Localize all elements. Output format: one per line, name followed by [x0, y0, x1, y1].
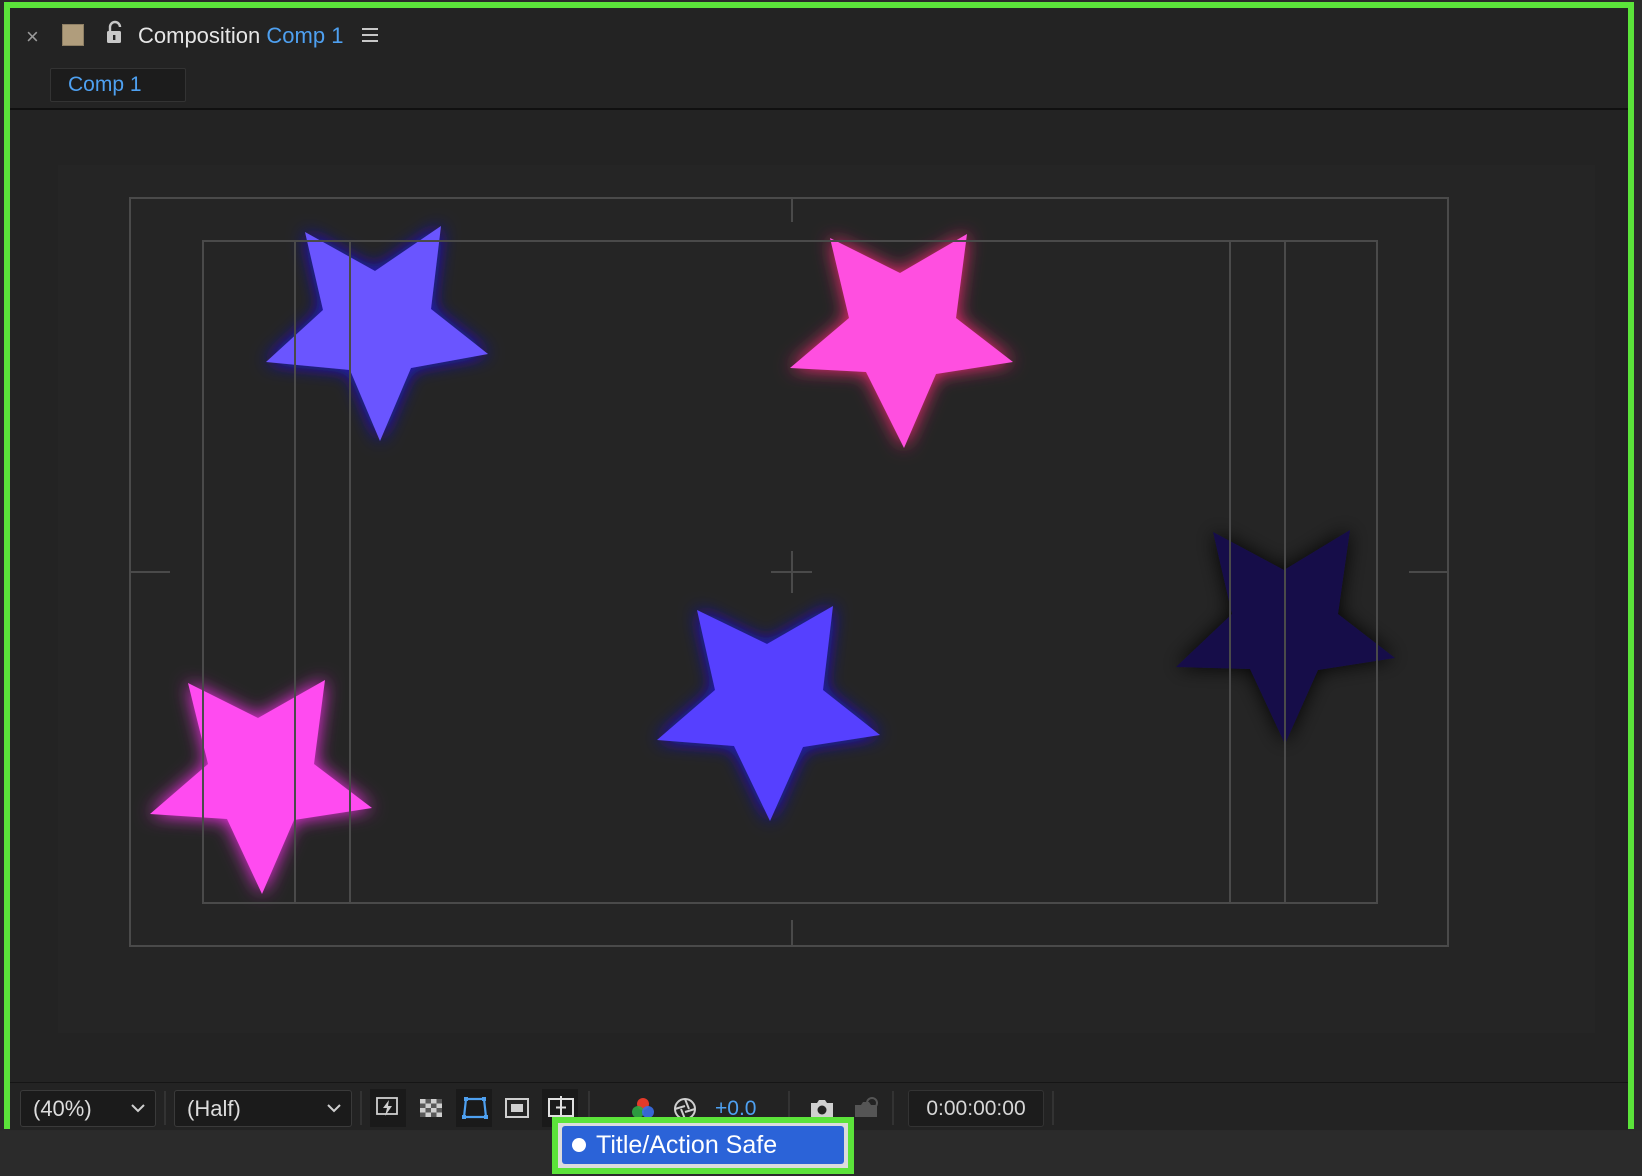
composition-panel: × Composition Comp 1 Comp 1 (40%) (Half)… [4, 2, 1634, 1130]
star-blue-top-left[interactable] [266, 226, 488, 441]
tab-comp-1[interactable]: Comp 1 [50, 68, 186, 102]
panel-title: Composition Comp 1 [138, 23, 343, 49]
panel-menu-icon[interactable] [360, 25, 382, 45]
star-blue-center[interactable] [657, 606, 880, 821]
toolbar-separator [360, 1091, 362, 1125]
region-of-interest-button[interactable] [499, 1089, 535, 1127]
fast-previews-icon [376, 1097, 398, 1116]
close-icon[interactable]: × [26, 24, 39, 50]
toolbar-separator [892, 1091, 894, 1125]
show-snapshot-icon [855, 1097, 878, 1117]
star-pink-top-right[interactable] [790, 234, 1013, 448]
composition-viewer[interactable] [10, 110, 1628, 1040]
star-pink-bottom-left[interactable] [150, 680, 372, 894]
lock-icon[interactable] [102, 20, 128, 46]
mask-visibility-icon [462, 1097, 488, 1119]
panel-title-prefix: Composition [138, 23, 261, 48]
chevron-down-icon [327, 1104, 341, 1113]
toolbar-separator [1052, 1091, 1054, 1125]
panel-title-comp[interactable]: Comp 1 [266, 23, 343, 48]
current-time-field[interactable]: 0:00:00:00 [908, 1090, 1044, 1127]
title-action-safe-label: Title/Action Safe [596, 1131, 778, 1159]
checked-dot-icon [572, 1138, 586, 1152]
magnification-dropdown[interactable]: (40%) [20, 1090, 156, 1127]
transparency-grid-icon [420, 1099, 442, 1117]
magnification-value: (40%) [33, 1096, 92, 1121]
resolution-dropdown[interactable]: (Half) [174, 1090, 352, 1127]
fast-previews-button[interactable] [370, 1089, 406, 1127]
mask-visibility-button[interactable] [456, 1089, 492, 1127]
transparency-grid-button[interactable] [413, 1089, 449, 1127]
title-action-safe-option[interactable]: Title/Action Safe [562, 1126, 844, 1164]
region-of-interest-icon [505, 1098, 529, 1118]
title-action-safe-menu-item[interactable]: Title/Action Safe [552, 1117, 854, 1174]
viewer-overlay [129, 197, 1449, 947]
color-label-swatch-icon[interactable] [62, 24, 84, 46]
panel-header: × Composition Comp 1 Comp 1 [10, 8, 1628, 108]
toolbar-separator [164, 1091, 166, 1125]
resolution-value: (Half) [187, 1096, 241, 1121]
chevron-down-icon [131, 1104, 145, 1113]
